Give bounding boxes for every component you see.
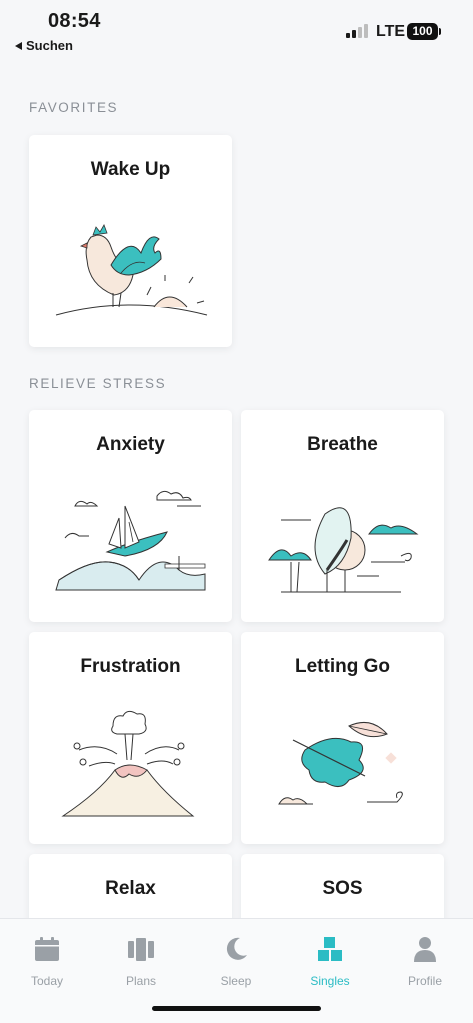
cards-icon [128, 938, 154, 961]
section-title-favorites: FAVORITES [29, 100, 119, 115]
status-time: 08:54 [48, 10, 101, 32]
battery-tip [439, 28, 441, 35]
card-wake-up[interactable]: Wake Up [29, 135, 232, 347]
back-arrow-icon [15, 41, 22, 50]
card-anxiety[interactable]: Anxiety [29, 410, 232, 622]
back-label: Suchen [26, 38, 73, 53]
back-to-search-link[interactable]: Suchen [15, 38, 73, 53]
tab-profile[interactable]: Profile [385, 935, 465, 988]
tab-plans[interactable]: Plans [101, 935, 181, 988]
tab-singles[interactable]: Singles [290, 935, 370, 988]
card-frustration[interactable]: Frustration [29, 632, 232, 844]
volcano-illustration [61, 710, 195, 817]
card-title: Relax [105, 878, 156, 899]
sailboat-waves-illustration [55, 490, 206, 591]
tab-sleep[interactable]: Sleep [196, 935, 276, 988]
status-bar: 08:54 Suchen LTE 100 [0, 0, 473, 60]
tab-today[interactable]: Today [7, 935, 87, 988]
signal-icon [346, 24, 368, 38]
home-indicator[interactable] [152, 1006, 321, 1011]
falling-leaves-illustration [278, 721, 403, 805]
card-breathe[interactable]: Breathe [241, 410, 444, 622]
section-title-relieve-stress: RELIEVE STRESS [29, 376, 167, 391]
card-title: SOS [322, 878, 363, 899]
blocks-icon [318, 937, 342, 961]
battery-icon: 100 [407, 23, 438, 40]
card-letting-go[interactable]: Letting Go [241, 632, 444, 844]
network-label: LTE [376, 23, 406, 40]
calendar-icon [35, 937, 59, 961]
moon-icon [226, 937, 247, 960]
rooster-illustration [55, 224, 208, 316]
trees-illustration [268, 507, 419, 593]
person-icon [414, 937, 436, 962]
